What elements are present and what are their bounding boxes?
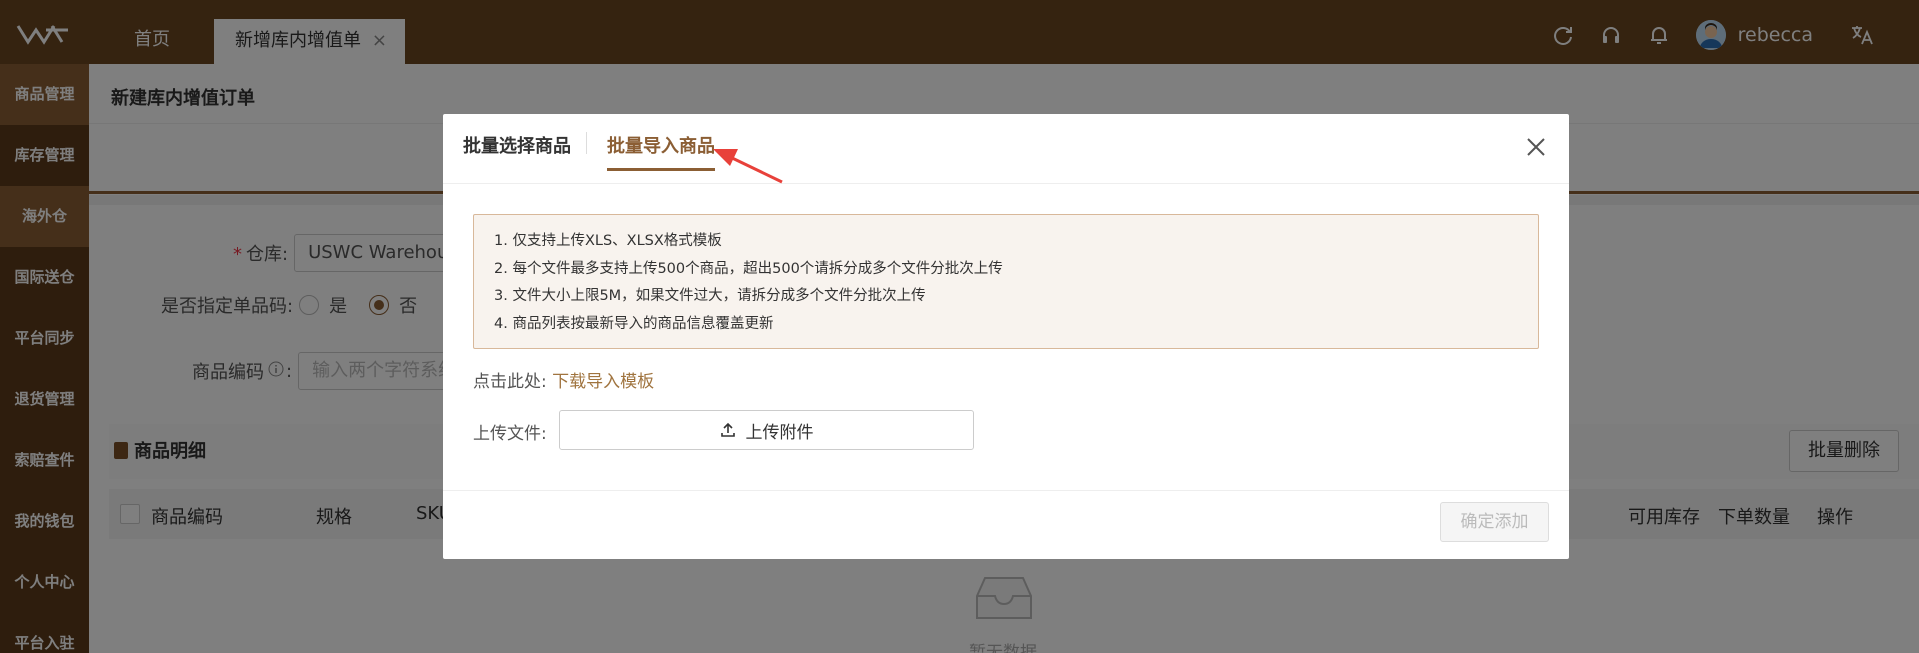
confirm-add-button[interactable]: 确定添加 [1440,502,1549,542]
divider [443,490,1569,491]
upload-attachment-button[interactable]: 上传附件 [559,410,974,450]
import-products-dialog: 批量选择商品 批量导入商品 1. 仅支持上传XLS、XLSX格式模板 2. 每个… [443,114,1569,559]
divider [586,132,587,154]
tab-batch-select-products[interactable]: 批量选择商品 [463,132,571,158]
tab-batch-import-products[interactable]: 批量导入商品 [607,132,715,171]
upload-icon [720,422,735,437]
notice-line: 4. 商品列表按最新导入的商品信息覆盖更新 [494,315,774,332]
upload-file-label: 上传文件: [473,424,547,444]
download-prefix: 点击此处: [473,372,547,392]
import-notice: 1. 仅支持上传XLS、XLSX格式模板 2. 每个文件最多支持上传500个商品… [473,214,1539,349]
notice-line: 3. 文件大小上限5M，如果文件过大，请拆分成多个文件分批次上传 [494,288,926,304]
notice-line: 1. 仅支持上传XLS、XLSX格式模板 [494,233,722,249]
download-template-link[interactable]: 下载导入模板 [552,372,654,392]
download-template-row: 点击此处: 下载导入模板 [473,367,654,392]
notice-line: 2. 每个文件最多支持上传500个商品，超出500个请拆分成多个文件分批次上传 [494,260,1003,277]
divider [443,183,1569,184]
close-icon[interactable] [1525,136,1547,158]
